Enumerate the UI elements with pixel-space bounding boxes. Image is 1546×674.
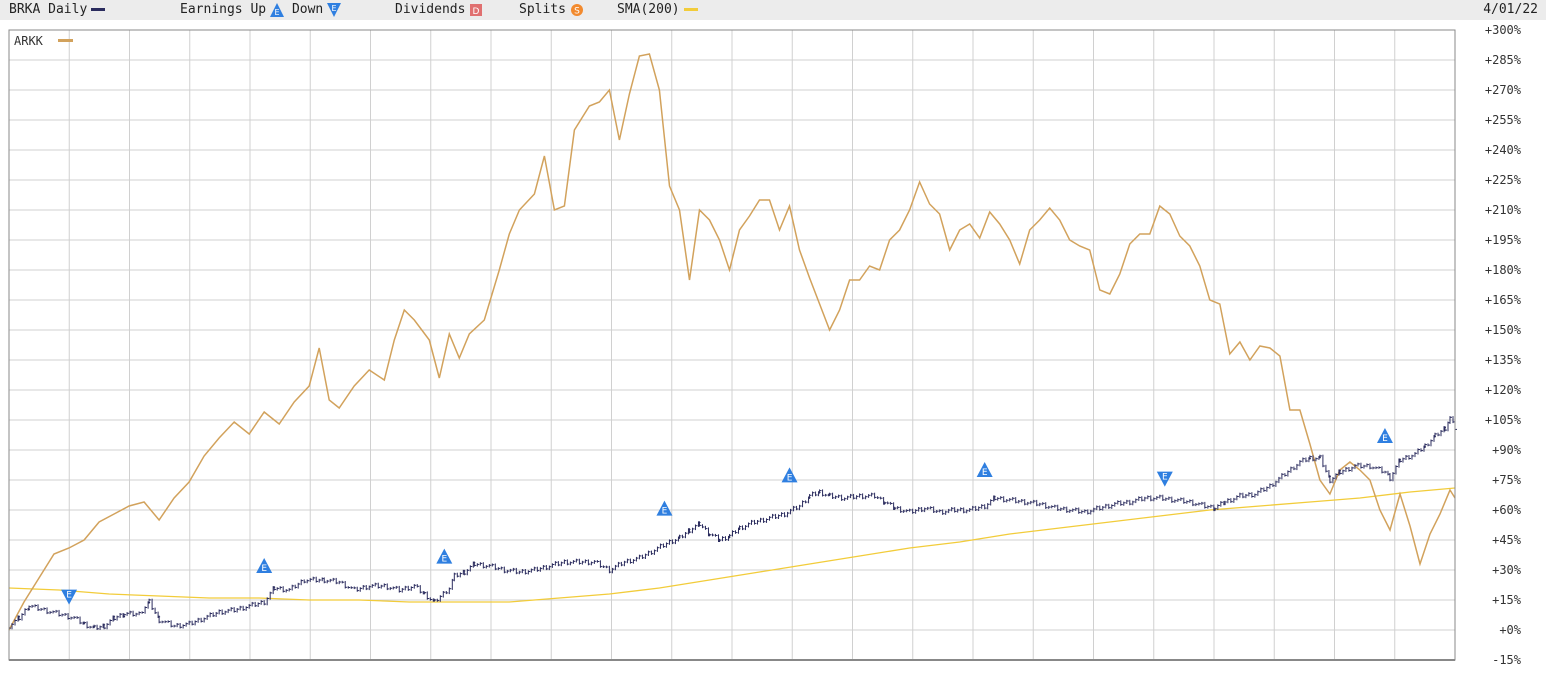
y-tick-label: +150%	[1485, 323, 1522, 337]
earnings-down-marker: E	[1156, 471, 1173, 487]
y-tick-label: +255%	[1485, 113, 1522, 127]
earnings-marker-label: E	[441, 555, 447, 565]
y-tick-label: +300%	[1485, 23, 1522, 37]
y-tick-label: +225%	[1485, 173, 1522, 187]
y-tick-label: -15%	[1492, 653, 1522, 667]
earnings-marker-label: E	[1162, 473, 1168, 483]
earnings-marker-label: E	[261, 564, 267, 574]
earnings-marker-label: E	[787, 473, 793, 483]
y-axis: +300% +285% +270% +255% +240% +225% +210% +195%…	[1485, 23, 1522, 667]
earnings-marker-label: E	[982, 468, 988, 478]
earnings-down-marker: E	[61, 589, 78, 605]
y-tick-label: +240%	[1485, 143, 1522, 157]
price-chart: +300% +285% +270% +255% +240% +225% +210% +195%…	[8, 23, 1522, 667]
y-tick-label: +285%	[1485, 53, 1522, 67]
y-tick-label: +30%	[1492, 563, 1522, 577]
arkk-legend-swatch	[58, 39, 73, 42]
y-tick-label: +210%	[1485, 203, 1522, 217]
earnings-up-marker: E	[656, 500, 673, 517]
earnings-up-marker: E	[436, 548, 453, 565]
y-tick-label: +75%	[1492, 473, 1522, 487]
earnings-marker-label: E	[1382, 434, 1388, 444]
y-tick-label: +270%	[1485, 83, 1522, 97]
y-tick-label: +120%	[1485, 383, 1522, 397]
earnings-up-marker: E	[781, 467, 798, 483]
earnings-markers: E E E E E E E E	[61, 428, 1393, 605]
arkk-legend-label: ARKK	[14, 34, 44, 48]
inner-legend: ARKK	[14, 34, 73, 48]
y-tick-label: +60%	[1492, 503, 1522, 517]
y-tick-label: +45%	[1492, 533, 1522, 547]
y-tick-label: +0%	[1499, 623, 1521, 637]
earnings-up-marker: E	[976, 462, 993, 478]
y-tick-label: +165%	[1485, 293, 1522, 307]
y-tick-label: +180%	[1485, 263, 1522, 277]
y-tick-label: +195%	[1485, 233, 1522, 247]
y-tick-label: +105%	[1485, 413, 1522, 427]
y-tick-label: +90%	[1492, 443, 1522, 457]
earnings-marker-label: E	[66, 591, 72, 601]
y-tick-label: +15%	[1492, 593, 1522, 607]
y-tick-label: +135%	[1485, 353, 1522, 367]
earnings-up-marker: E	[1376, 428, 1393, 444]
earnings-up-marker: E	[256, 558, 273, 574]
earnings-marker-label: E	[662, 507, 668, 517]
